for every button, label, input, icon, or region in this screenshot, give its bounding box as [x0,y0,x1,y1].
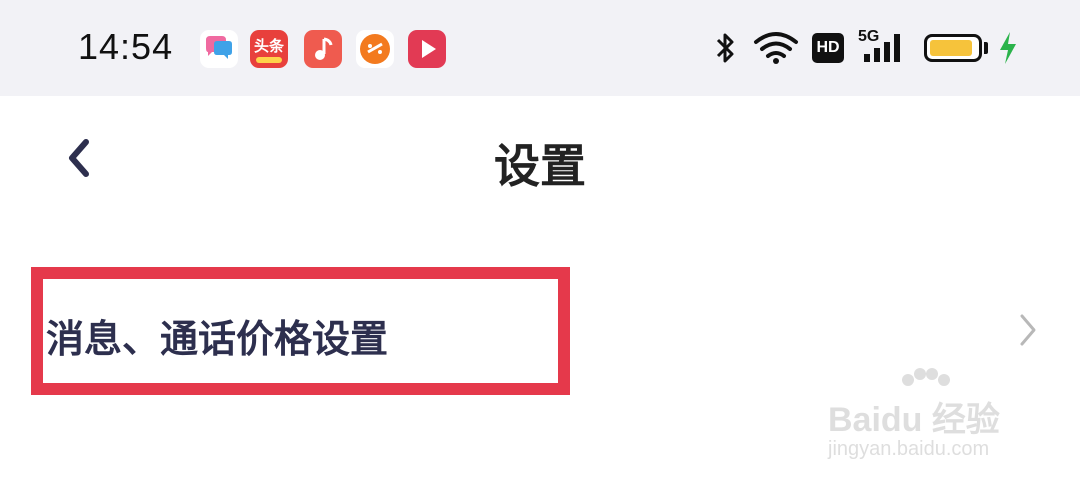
message-app-icon [200,30,238,68]
music-app-icon [304,30,342,68]
player-app-icon [408,30,446,68]
page-title: 设置 [494,139,586,193]
battery-icon [924,34,982,62]
toutiao-app-icon: 头条 [250,30,288,68]
charging-icon [996,30,1020,70]
battery-cap [984,42,988,54]
hd-badge: HD [812,33,844,63]
chevron-right-icon [1020,314,1036,346]
watermark: Baidu 经验 jingyan.baidu.com [828,368,1028,468]
wifi-icon [752,30,800,70]
watermark-brand: Baidu 经验 [828,401,1000,439]
video-app-icon [356,30,394,68]
status-bar: 14:54 头条 HD 5G [0,0,1080,96]
watermark-url: jingyan.baidu.com [828,438,990,460]
status-time: 14:54 [78,26,174,67]
bluetooth-icon [712,30,738,70]
signal-icon [860,32,910,68]
settings-item-label: 消息、通话价格设置 [46,317,389,361]
battery-level [930,40,972,56]
